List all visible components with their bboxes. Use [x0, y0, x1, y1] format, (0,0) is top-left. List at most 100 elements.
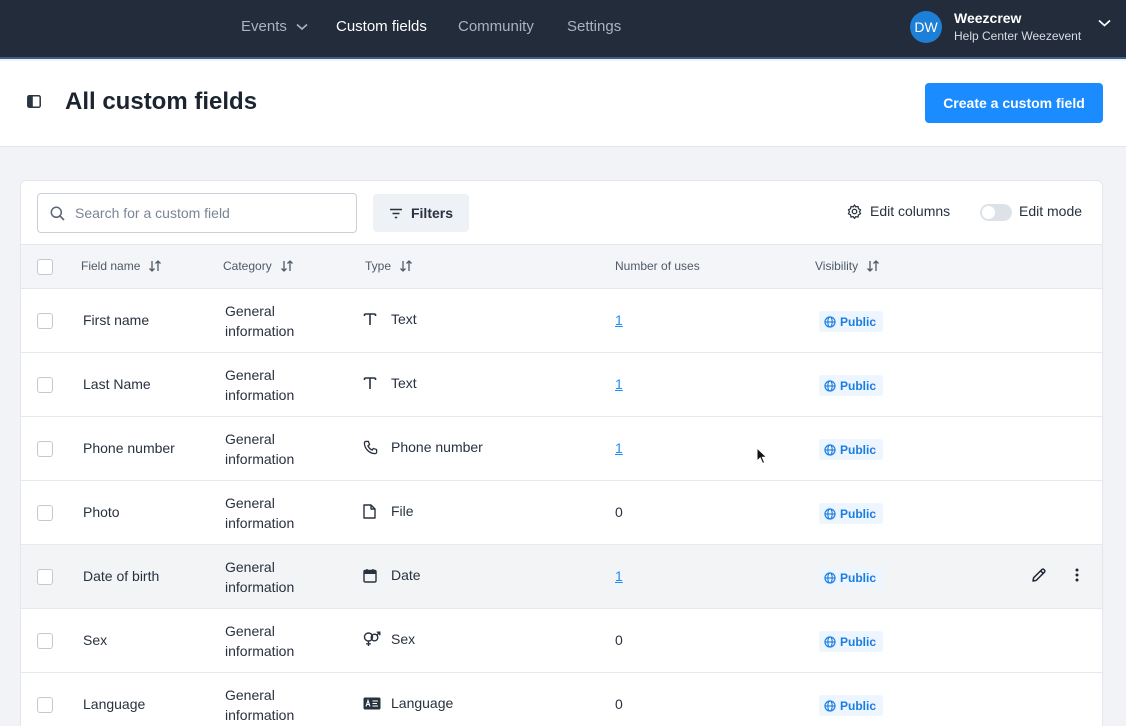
row-checkbox[interactable]: [37, 697, 53, 713]
visibility-badge: Public: [819, 439, 884, 460]
field-type: Phone number: [363, 439, 483, 455]
globe-icon: [824, 571, 836, 584]
visibility-label: Public: [840, 314, 877, 329]
type-label: Phone number: [391, 439, 483, 455]
visibility-badge: Public: [819, 375, 884, 396]
field-name: Language: [83, 696, 146, 712]
category-line: information: [225, 387, 295, 403]
visibility-label: Public: [840, 570, 877, 585]
table-row[interactable]: Language General information Language 0 P…: [21, 673, 1102, 726]
user-organization[interactable]: Help Center Weezevent: [954, 29, 1081, 43]
type-label: Language: [391, 695, 454, 711]
more-options-icon[interactable]: [1075, 567, 1079, 583]
language-icon: [363, 697, 381, 710]
custom-fields-table-card: Filters Edit columns Edit mode Field nam…: [20, 180, 1103, 726]
filter-icon: [389, 208, 403, 219]
column-header-category[interactable]: Category: [223, 259, 294, 273]
category-line: information: [225, 707, 295, 723]
sort-icon[interactable]: [148, 260, 162, 272]
avatar[interactable]: DW: [910, 11, 942, 43]
nav-item-custom-fields[interactable]: Custom fields: [336, 0, 427, 53]
edit-mode-toggle[interactable]: [980, 204, 1012, 221]
visibility-label: Public: [840, 698, 877, 713]
field-category: General information: [225, 365, 335, 405]
field-category: General information: [225, 493, 335, 533]
sort-icon[interactable]: [399, 260, 413, 272]
category-line: General: [225, 431, 275, 447]
category-line: General: [225, 623, 275, 639]
column-header-visibility[interactable]: Visibility: [815, 259, 880, 273]
table-row[interactable]: First name General information Text 1 Pub…: [21, 289, 1102, 353]
nav-item-settings[interactable]: Settings: [567, 0, 621, 53]
nav-item-label: Events: [241, 18, 287, 35]
sort-icon[interactable]: [866, 260, 880, 272]
create-custom-field-button[interactable]: Create a custom field: [925, 83, 1103, 123]
column-header-field-name[interactable]: Field name: [81, 259, 162, 273]
column-header-number-of-uses: Number of uses: [615, 259, 700, 273]
edit-pencil-icon[interactable]: [1031, 567, 1047, 583]
filters-button[interactable]: Filters: [373, 194, 469, 232]
row-checkbox[interactable]: [37, 377, 53, 393]
column-header-type[interactable]: Type: [365, 259, 413, 273]
page-title: All custom fields: [65, 88, 258, 115]
field-type: Date: [363, 567, 421, 583]
row-checkbox[interactable]: [37, 441, 53, 457]
gear-icon: [847, 203, 862, 219]
column-label: Visibility: [815, 259, 859, 273]
field-category: General information: [225, 557, 335, 597]
category-line: General: [225, 559, 275, 575]
uses-count-link[interactable]: 1: [615, 440, 623, 456]
uses-count: 0: [615, 632, 623, 648]
uses-count-link[interactable]: 1: [615, 568, 623, 584]
row-checkbox[interactable]: [37, 569, 53, 585]
table-row[interactable]: Last Name General information Text 1 Publ…: [21, 353, 1102, 417]
category-line: General: [225, 687, 275, 703]
toggle-knob: [982, 206, 995, 219]
sort-icon[interactable]: [280, 260, 294, 272]
field-type: Language: [363, 695, 453, 711]
uses-count-link[interactable]: 1: [615, 312, 623, 328]
row-checkbox[interactable]: [37, 313, 53, 329]
text-icon: [363, 376, 381, 390]
globe-icon: [824, 443, 836, 456]
visibility-label: Public: [840, 442, 877, 457]
nav-item-community[interactable]: Community: [458, 0, 534, 53]
field-category: General information: [225, 301, 335, 341]
field-name: Date of birth: [83, 568, 160, 584]
field-category: General information: [225, 621, 335, 661]
search-box: [37, 193, 357, 233]
column-label: Category: [223, 259, 272, 273]
calendar-icon: [363, 568, 381, 583]
field-category: General information: [225, 685, 335, 725]
user-name[interactable]: Weezcrew: [954, 10, 1021, 26]
file-icon: [363, 503, 381, 519]
sidebar-toggle-icon[interactable]: [27, 95, 41, 108]
table-row[interactable]: Phone number General information Phone nu…: [21, 417, 1102, 481]
visibility-badge: Public: [819, 503, 884, 524]
user-menu-chevron-icon[interactable]: [1098, 19, 1111, 27]
table-header: Field name Category Type Number of uses …: [21, 244, 1102, 289]
row-checkbox[interactable]: [37, 505, 53, 521]
field-name: Last Name: [83, 376, 151, 392]
visibility-label: Public: [840, 506, 877, 521]
column-label: Field name: [81, 259, 141, 273]
search-icon: [50, 206, 65, 221]
type-label: Date: [391, 567, 421, 583]
category-line: information: [225, 579, 295, 595]
globe-icon: [824, 635, 836, 648]
table-row[interactable]: Date of birth General information Date 1 …: [21, 545, 1102, 609]
search-input[interactable]: [75, 205, 335, 221]
category-line: General: [225, 303, 275, 319]
edit-columns-button[interactable]: Edit columns: [847, 203, 950, 219]
table-row[interactable]: Photo General information File 0 Public: [21, 481, 1102, 545]
nav-item-events[interactable]: Events: [241, 0, 308, 53]
category-line: information: [225, 451, 295, 467]
select-all-checkbox[interactable]: [37, 259, 53, 275]
table-row[interactable]: Sex General information Sex 0 Public: [21, 609, 1102, 673]
type-label: File: [391, 503, 414, 519]
visibility-label: Public: [840, 378, 877, 393]
type-label: Sex: [391, 631, 416, 647]
uses-count-link[interactable]: 1: [615, 376, 623, 392]
chevron-down-icon: [296, 23, 308, 31]
row-checkbox[interactable]: [37, 633, 53, 649]
